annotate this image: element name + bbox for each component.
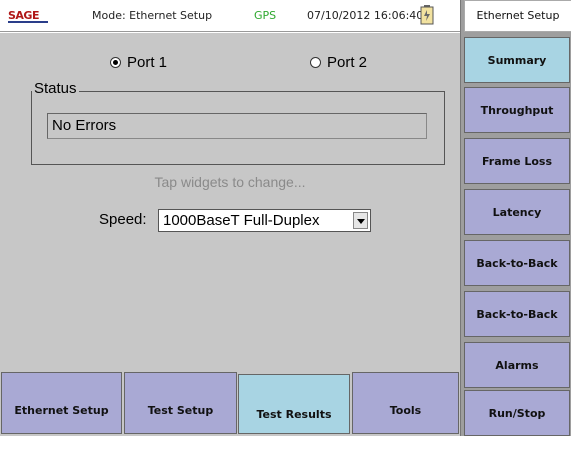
radio-selected-icon [110,57,121,68]
radio-unselected-icon [310,57,321,68]
sage-logo: SAGE [8,9,50,23]
sidebar-item-run-stop[interactable]: Run/Stop [464,390,570,436]
nav-ethernet-setup[interactable]: Ethernet Setup [1,372,122,434]
main-panel: Port 1 Port 2 Status No Errors Tap widge… [0,33,460,367]
sidebar-item-throughput[interactable]: Throughput [464,87,570,133]
speed-label: Speed: [99,211,147,228]
bottom-nav: Ethernet Setup Test Setup Test Results T… [0,367,460,436]
battery-icon [420,5,434,25]
port2-label: Port 2 [327,54,368,71]
speed-value: 1000BaseT Full-Duplex [163,212,320,229]
sidebar-item-summary[interactable]: Summary [464,37,570,83]
port1-radio[interactable]: Port 1 [110,54,167,71]
nav-tools[interactable]: Tools [352,372,459,434]
sidebar-title: Ethernet Setup [464,0,571,32]
datetime: 07/10/2012 16:06:40 [307,9,424,22]
chevron-down-icon[interactable] [353,212,368,229]
nav-test-setup[interactable]: Test Setup [124,372,237,434]
speed-select[interactable]: 1000BaseT Full-Duplex [158,209,371,232]
sidebar-item-frame-loss[interactable]: Frame Loss [464,138,570,184]
sidebar-item-alarms[interactable]: Alarms [464,342,570,388]
logo-underline [8,21,48,23]
gps-indicator: GPS [254,9,277,22]
port1-label: Port 1 [127,54,168,71]
nav-test-results[interactable]: Test Results [238,374,350,434]
status-field: No Errors [47,113,427,139]
right-sidebar: Ethernet Setup Summary Throughput Frame … [460,0,571,436]
status-bar: SAGE Mode: Ethernet Setup GPS 07/10/2012… [0,0,460,32]
port2-radio[interactable]: Port 2 [310,54,367,71]
sidebar-item-back-to-back-1[interactable]: Back-to-Back [464,240,570,286]
mode-label: Mode: Ethernet Setup [92,9,213,22]
hint-text: Tap widgets to change... [154,174,306,190]
sidebar-item-back-to-back-2[interactable]: Back-to-Back [464,291,570,337]
status-legend: Status [32,80,79,97]
sidebar-item-latency[interactable]: Latency [464,189,570,235]
